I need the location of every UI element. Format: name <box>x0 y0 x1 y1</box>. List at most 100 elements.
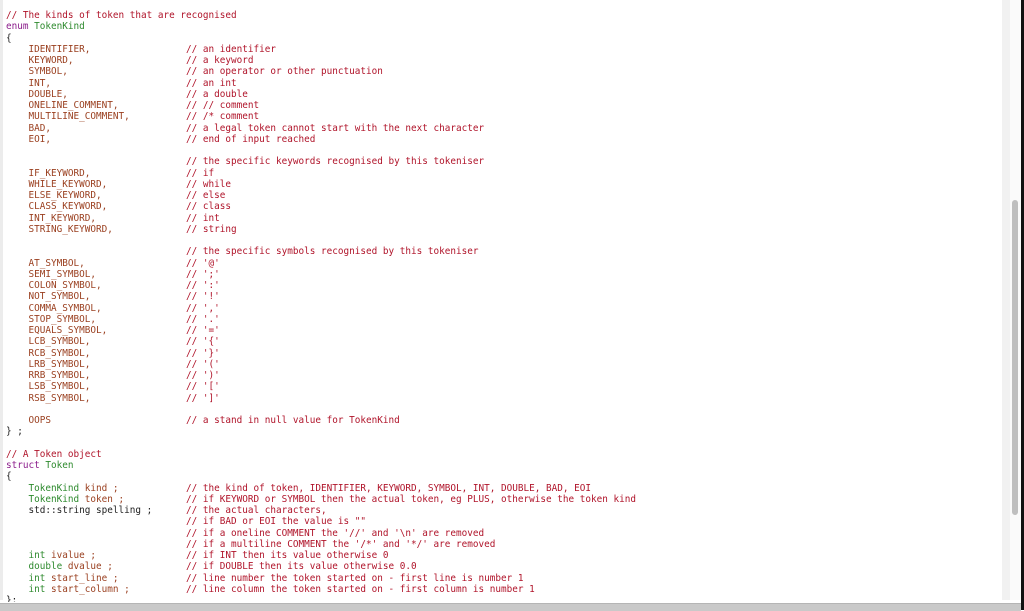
inline-comment: // ']' <box>186 392 220 404</box>
inline-comment: // the specific keywords recognised by t… <box>186 156 485 168</box>
code-text: INT_KEYWORD, <box>6 212 97 224</box>
inline-comment: // if a oneline COMMENT the '//' and '\n… <box>186 527 485 539</box>
code-text: OOPS <box>6 415 52 426</box>
code-text: RSB_SYMBOL, <box>6 392 91 404</box>
code-text: enum TokenKind <box>6 21 85 32</box>
inline-comment: // ':' <box>186 280 220 291</box>
code-token-member: SEMI_SYMBOL, <box>6 268 97 280</box>
code-token-member: OOPS <box>6 415 52 426</box>
inline-comment: // string <box>186 223 237 235</box>
code-token-member: INT, <box>6 77 52 89</box>
code-text: RCB_SYMBOL, <box>6 347 91 359</box>
code-token-member: RRB_SYMBOL, <box>6 370 91 381</box>
inline-comment: // ';' <box>186 268 220 280</box>
code-token-type: TokenKind <box>28 493 80 505</box>
code-token-member: EQUALS_SYMBOL, <box>6 325 108 336</box>
inline-comment: // /* comment <box>186 111 260 123</box>
code-token-type: int <box>28 572 46 584</box>
code-token-type: TokenKind <box>34 21 85 33</box>
code-text: LSB_SYMBOL, <box>6 381 91 393</box>
code-token-plain: }; <box>6 595 18 602</box>
code-text: TokenKind token ; <box>6 493 125 505</box>
code-token-member: COLON_SYMBOL, <box>6 280 102 291</box>
code-token-member: LSB_SYMBOL, <box>6 381 91 393</box>
inline-comment: // '[' <box>186 381 220 393</box>
inline-comment: // line column the token started on - fi… <box>186 583 535 595</box>
code-token-member: RCB_SYMBOL, <box>6 347 91 359</box>
code-text: BAD, <box>6 122 52 134</box>
code-text: LRB_SYMBOL, <box>6 359 91 370</box>
inline-comment: // '=' <box>186 325 220 336</box>
inline-comment: // '!' <box>186 291 220 303</box>
inline-comment: // line number the token started on - fi… <box>186 572 524 584</box>
code-token-plain: { <box>6 471 12 483</box>
inline-comment: // // comment <box>186 100 260 111</box>
code-token-kw: enum <box>6 21 35 33</box>
code-token-member: start_column ; <box>45 583 130 595</box>
code-text: std::string spelling ; <box>6 505 153 516</box>
code-text: // A Token object <box>6 449 102 460</box>
inline-comment: // '@' <box>186 257 220 269</box>
code-token-member: LCB_SYMBOL, <box>6 336 91 348</box>
code-token-member: NOT_SYMBOL, <box>6 291 91 303</box>
code-text: INT, <box>6 77 52 89</box>
code-text: EQUALS_SYMBOL, <box>6 325 108 336</box>
code-token-member: IF_KEYWORD, <box>6 167 91 179</box>
code-token-member: EOI, <box>6 133 52 145</box>
code-text: STOP_SYMBOL, <box>6 314 97 325</box>
inline-comment: // if INT then its value otherwise 0 <box>186 550 389 561</box>
code-text: { <box>6 471 12 482</box>
code-token-member: ELSE_KEYWORD, <box>6 190 102 201</box>
inline-comment: // if DOUBLE then its value otherwise 0.… <box>186 561 417 573</box>
inline-comment: // the specific symbols recognised by th… <box>186 246 479 258</box>
inline-comment: // an identifier <box>186 43 277 55</box>
code-text: int start_line ; <box>6 573 119 584</box>
code-token-type: TokenKind <box>28 482 80 494</box>
code-token-member: INT_KEYWORD, <box>6 212 97 224</box>
code-token-plain: { <box>6 32 12 44</box>
code-token-kw: struct <box>6 460 46 471</box>
inline-comment: // a legal token cannot start with the n… <box>186 122 485 134</box>
inline-comment: // the kind of token, IDENTIFIER, KEYWOR… <box>186 482 592 494</box>
inline-comment: // ',' <box>186 302 220 314</box>
inline-comment: // while <box>186 178 232 190</box>
vertical-scrollbar-thumb[interactable] <box>1012 200 1018 515</box>
code-editor[interactable]: // The kinds of token that are recognise… <box>6 10 996 602</box>
code-text: MULTILINE_COMMENT, <box>6 111 130 122</box>
code-token-member: DOUBLE, <box>6 88 68 100</box>
inline-comment: // int <box>186 212 220 224</box>
code-token-member: BAD, <box>6 122 52 134</box>
code-token-member: RSB_SYMBOL, <box>6 392 91 404</box>
code-text: IDENTIFIER, <box>6 44 91 55</box>
code-text: IF_KEYWORD, <box>6 167 91 179</box>
code-token-member: KEYWORD, <box>6 55 74 66</box>
code-token-member: STRING_KEYWORD, <box>6 223 113 235</box>
inline-comment: // '(' <box>186 358 220 370</box>
code-token-type: Token <box>45 460 74 471</box>
inline-comment: // an int <box>186 77 237 89</box>
code-token-member: COMMA_SYMBOL, <box>6 302 102 314</box>
code-text: ELSE_KEYWORD, <box>6 190 102 201</box>
code-text: AT_SYMBOL, <box>6 258 85 269</box>
code-token-comment: // The kinds of token that are recognise… <box>6 10 237 21</box>
code-token-type: double <box>28 561 63 573</box>
inline-comment: // '{' <box>186 336 220 348</box>
code-text: int start_column ; <box>6 584 130 595</box>
inline-comment: // a stand in null value for TokenKind <box>186 415 400 426</box>
code-text: int ivalue ; <box>6 550 97 561</box>
code-token-member: ivalue ; <box>45 550 97 561</box>
code-token-member: token ; <box>79 493 125 505</box>
code-token-plain: std::string spelling ; <box>6 505 153 516</box>
code-token-type: int <box>28 583 46 595</box>
inline-comment: // '}' <box>186 347 220 359</box>
code-text: double dvalue ; <box>6 561 113 572</box>
scrollbar-gutter <box>1002 0 1010 600</box>
inline-comment: // if a multiline COMMENT the '/*' and '… <box>186 538 496 550</box>
code-text: RRB_SYMBOL, <box>6 370 91 381</box>
code-text: EOI, <box>6 133 52 145</box>
inline-comment: // '.' <box>186 313 220 325</box>
code-token-type: int <box>28 550 46 561</box>
